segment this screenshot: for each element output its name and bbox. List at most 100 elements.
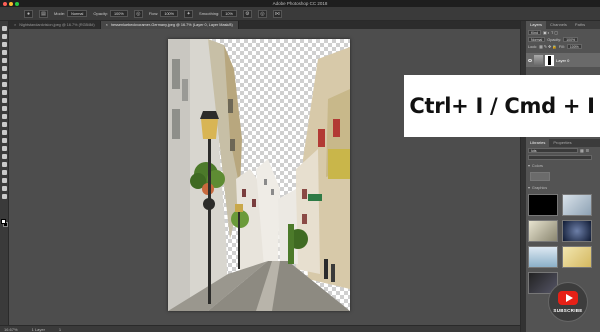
hand-tool-icon[interactable] [1, 178, 7, 183]
pen-tool-icon[interactable] [1, 146, 7, 151]
color-swatches[interactable] [1, 219, 8, 228]
layer-thumbnail[interactable] [534, 54, 543, 66]
opacity-input[interactable]: 100% [110, 10, 128, 17]
lasso-tool-icon[interactable] [1, 42, 7, 47]
library-select[interactable]: luts [528, 148, 578, 153]
library-search-input[interactable] [528, 155, 592, 160]
layer-row[interactable]: Layer 0 [526, 53, 600, 67]
document-tabs: × Nightstandardvision.jpeg @ 16.7% (RGB/… [9, 21, 520, 29]
flow-input[interactable]: 100% [160, 10, 179, 17]
smoothing-label: Smoothing: [199, 11, 220, 16]
close-tab-icon[interactable]: × [14, 23, 16, 27]
visibility-eye-icon[interactable] [528, 58, 532, 62]
graphics-section-label: Graphics [531, 185, 548, 190]
document-canvas[interactable] [168, 39, 350, 311]
move-tool-icon[interactable] [1, 26, 7, 31]
document-tab-label: hessenluebeckvoramer-Germany.jpeg @ 16.7… [110, 23, 233, 27]
crop-tool-icon[interactable] [1, 58, 7, 63]
rectangle-tool-icon[interactable] [1, 170, 7, 175]
tab-properties[interactable]: Properties [549, 139, 575, 147]
list-view-icon[interactable]: ☰ [586, 148, 589, 153]
smoothing-input[interactable]: 10% [221, 10, 237, 17]
channel-info: 1 [58, 326, 62, 332]
graphic-thumbnail[interactable] [562, 194, 592, 216]
layer-kind-filter[interactable]: Kind [528, 30, 542, 35]
history-brush-tool-icon[interactable] [1, 106, 7, 111]
lock-label: Lock: [528, 44, 538, 49]
lock-icons[interactable]: ▦ ✎ ✥ 🔒 [539, 44, 557, 49]
zoom-tool-icon[interactable] [1, 186, 7, 191]
title-bar: Adobe Photoshop CC 2018 [0, 0, 600, 7]
clone-stamp-tool-icon[interactable] [1, 98, 7, 103]
symmetry-icon[interactable]: ⋈ [272, 9, 282, 18]
colors-section-header[interactable]: ▾ Colors [526, 161, 600, 170]
grid-view-icon[interactable]: ▦ [580, 148, 584, 153]
tools-panel [0, 21, 9, 325]
chevron-down-icon: ▾ [528, 164, 530, 168]
photoshop-window: Adobe Photoshop CC 2018 ● ▤ Mode: Normal… [0, 0, 600, 332]
filter-icons[interactable]: ▣ ◐ T ▢ [543, 30, 558, 35]
mode-option: Mode: Normal [54, 10, 88, 17]
document-tab-1[interactable]: × Nightstandardvision.jpeg @ 16.7% (RGB/… [9, 21, 101, 29]
library-color-swatch[interactable] [530, 172, 550, 181]
opacity-label: Opacity: [93, 11, 109, 16]
blend-mode-select[interactable]: Normal [528, 37, 546, 42]
tab-paths[interactable]: Paths [571, 21, 589, 29]
layer-opacity-input[interactable]: 100% [563, 37, 579, 42]
opacity-label: Opacity: [547, 37, 562, 42]
graphic-thumbnail[interactable] [528, 194, 558, 216]
gradient-tool-icon[interactable] [1, 122, 7, 127]
document-info[interactable]: 1 Layer [32, 327, 45, 332]
foreground-color-swatch[interactable] [1, 219, 6, 224]
brush-tool-icon[interactable] [1, 90, 7, 95]
zoom-level[interactable]: 16.67% [4, 327, 18, 332]
chevron-down-icon: ▾ [528, 186, 530, 190]
mode-select[interactable]: Normal [67, 10, 88, 17]
opacity-option: Opacity: 100% [93, 10, 128, 17]
eraser-tool-icon[interactable] [1, 114, 7, 119]
quick-selection-tool-icon[interactable] [1, 50, 7, 55]
layer-filter-row: Kind ▣ ◐ T ▢ [526, 29, 600, 36]
smoothing-option: Smoothing: 10% [199, 10, 237, 17]
layer-mask-thumbnail[interactable] [545, 54, 554, 66]
graphic-thumbnail[interactable] [562, 220, 592, 242]
colors-section-label: Colors [531, 163, 543, 168]
subscribe-button[interactable]: SUBSCRIBE [548, 282, 588, 322]
tab-layers[interactable]: Layers [526, 21, 547, 29]
more-tools-icon[interactable] [1, 194, 7, 199]
graphic-thumbnail[interactable] [562, 246, 592, 268]
graphic-thumbnail[interactable] [528, 220, 558, 242]
path-selection-tool-icon[interactable] [1, 162, 7, 167]
options-bar: ● ▤ Mode: Normal Opacity: 100% ◎ Flow: 1… [0, 7, 600, 21]
youtube-play-icon [558, 291, 578, 305]
eyedropper-tool-icon[interactable] [1, 74, 7, 79]
healing-brush-tool-icon[interactable] [1, 82, 7, 87]
flow-option: Flow: 100% [148, 10, 179, 17]
graphics-section-header[interactable]: ▾ Graphics [526, 183, 600, 192]
shortcut-overlay: Ctrl+ I / Cmd + I [404, 75, 600, 137]
document-tab-2[interactable]: × hessenluebeckvoramer-Germany.jpeg @ 16… [100, 21, 239, 29]
status-bar: 16.67% 1 Layer 1 [0, 325, 520, 332]
airbrush-icon[interactable]: ✦ [184, 9, 194, 18]
close-tab-icon[interactable]: × [106, 23, 108, 27]
layers-panel-tabs: Layers Channels Paths [526, 21, 600, 29]
layer-name[interactable]: Layer 0 [556, 58, 569, 63]
lock-row: Lock: ▦ ✎ ✥ 🔒 Fill: 100% [526, 43, 600, 50]
pressure-opacity-icon[interactable]: ◎ [133, 9, 143, 18]
tab-channels[interactable]: Channels [546, 21, 571, 29]
brush-preset-picker[interactable]: ● [24, 9, 33, 18]
frame-tool-icon[interactable] [1, 66, 7, 71]
pressure-size-icon[interactable]: ◎ [257, 9, 267, 18]
dodge-tool-icon[interactable] [1, 138, 7, 143]
subscribe-label: SUBSCRIBE [553, 308, 583, 313]
smoothing-settings-icon[interactable]: ⚙ [242, 9, 252, 18]
flow-label: Flow: [148, 11, 159, 16]
marquee-tool-icon[interactable] [1, 34, 7, 39]
canvas-workspace[interactable] [9, 29, 520, 325]
layer-fill-input[interactable]: 100% [566, 44, 582, 49]
graphic-thumbnail[interactable] [528, 246, 558, 268]
tab-libraries[interactable]: Libraries [526, 139, 550, 147]
type-tool-icon[interactable] [1, 154, 7, 159]
brush-settings-icon[interactable]: ▤ [39, 9, 48, 18]
blur-tool-icon[interactable] [1, 130, 7, 135]
